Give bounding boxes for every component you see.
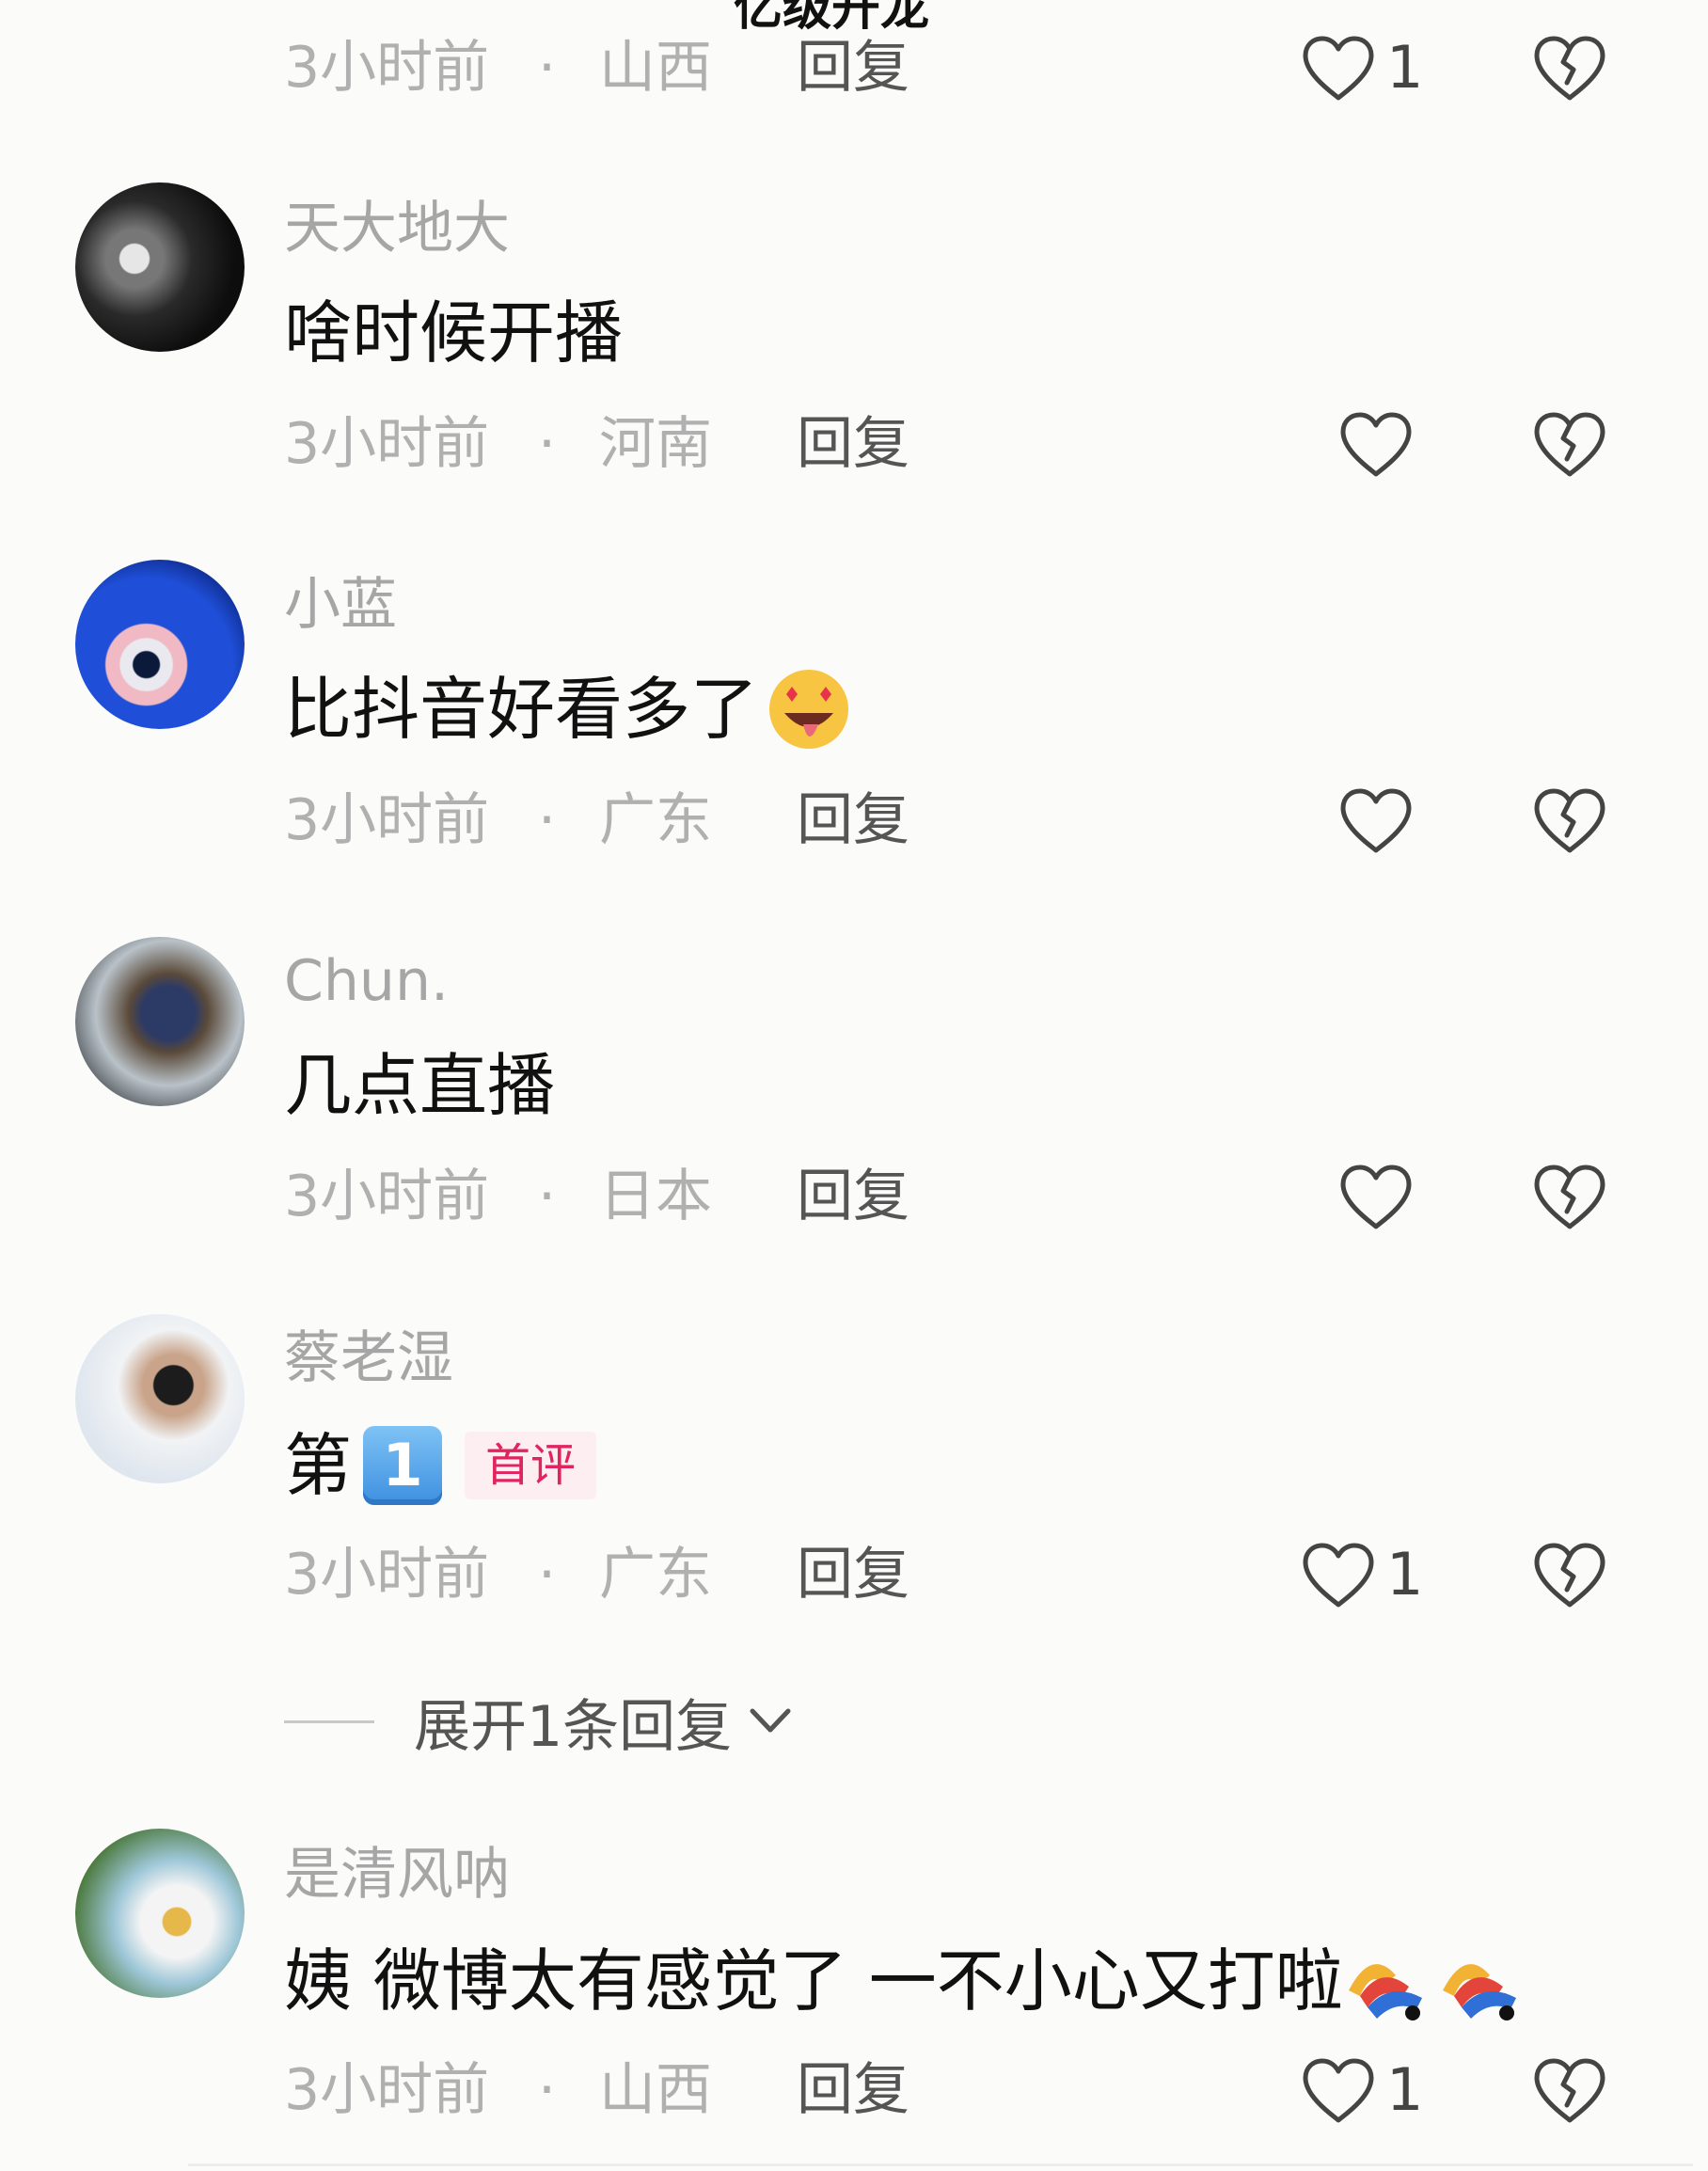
bottom-divider: [188, 2163, 1693, 2166]
dislike-button[interactable]: [1531, 1537, 1608, 1612]
heart-icon: [1303, 2058, 1374, 2123]
broken-heart-icon: [1534, 788, 1605, 853]
username[interactable]: Chun.: [284, 943, 449, 1019]
comment-meta-row: 3小时前 · 山西 回复 1: [284, 2052, 1657, 2128]
avatar[interactable]: [75, 1829, 245, 1998]
reply-button[interactable]: 回复: [797, 1537, 909, 1612]
like-count: 1: [1386, 1540, 1424, 1608]
comment-time: 3小时前: [284, 1164, 490, 1229]
heart-icon: [1303, 1543, 1374, 1608]
dislike-button[interactable]: [1531, 406, 1608, 482]
heart-icon: [1303, 36, 1374, 101]
broken-heart-icon: [1534, 36, 1605, 101]
comment-text-body: 第: [284, 1426, 353, 1505]
comment-meta-row: 3小时前 · 广东 回复: [284, 783, 1657, 858]
comment-meta-row: 3小时前 · 山西 回复 1: [284, 30, 1657, 105]
comment-time: 3小时前: [284, 2057, 490, 2123]
separator-dot: ·: [538, 2057, 557, 2123]
like-button[interactable]: [1337, 1159, 1415, 1234]
dancing-emoji: [1348, 1964, 1516, 2020]
separator-dot: ·: [538, 1542, 557, 1608]
dislike-button[interactable]: [1531, 2052, 1608, 2128]
comment-meta-row: 3小时前 · 日本 回复: [284, 1159, 1657, 1234]
broken-heart-icon: [1534, 412, 1605, 477]
heart-icon: [1340, 1165, 1412, 1229]
reply-button[interactable]: 回复: [797, 1159, 909, 1234]
avatar[interactable]: [75, 560, 245, 729]
comment-text: 比抖音好看多了: [284, 664, 852, 754]
comment-time: 3小时前: [284, 35, 490, 101]
comment-text-body: 姨 微博太有感觉了 一不小心又打啦: [284, 1941, 1343, 2020]
comment-text-body: 几点直播: [284, 1046, 556, 1125]
comment-time: 3小时前: [284, 1542, 490, 1608]
comment-location: 山西: [599, 2057, 712, 2123]
like-button[interactable]: 1: [1300, 2052, 1423, 2128]
broken-heart-icon: [1534, 2058, 1605, 2123]
comment-meta-row: 3小时前 · 广东 回复 1: [284, 1537, 1657, 1612]
comment-location: 河南: [599, 411, 712, 477]
separator-dot: ·: [538, 35, 557, 101]
first-comment-badge: 首评: [465, 1432, 597, 1499]
comment-text-body: 比抖音好看多了: [284, 670, 759, 749]
broken-heart-icon: [1534, 1165, 1605, 1229]
expand-replies-label: 展开1条回复: [414, 1693, 733, 1760]
separator-dot: ·: [538, 1164, 557, 1229]
like-button[interactable]: 1: [1300, 30, 1423, 105]
comment-location: 广东: [599, 787, 712, 853]
like-button[interactable]: 1: [1300, 1537, 1423, 1612]
comment-text-body: 啥时候开播: [284, 293, 624, 372]
dislike-button[interactable]: [1531, 1159, 1608, 1234]
like-button[interactable]: [1337, 783, 1415, 858]
username[interactable]: 小蓝: [284, 567, 397, 642]
username[interactable]: 天大地大: [284, 191, 510, 266]
comment-time: 3小时前: [284, 787, 490, 853]
comment-text: 几点直播: [284, 1040, 555, 1131]
reply-button[interactable]: 回复: [797, 30, 909, 105]
avatar[interactable]: [75, 1314, 245, 1483]
comment-location: 山西: [599, 35, 712, 101]
username[interactable]: 蔡老湿: [284, 1321, 453, 1396]
comment-meta-row: 3小时前 · 河南 回复: [284, 406, 1657, 482]
separator-dot: ·: [538, 787, 557, 853]
comment-text: 第 1 首评: [284, 1420, 597, 1511]
comment-location: 广东: [599, 1542, 712, 1608]
like-button[interactable]: [1337, 406, 1415, 482]
dislike-button[interactable]: [1531, 30, 1608, 105]
heart-icon: [1340, 788, 1412, 853]
keycap-number-emoji: 1: [363, 1426, 443, 1505]
expand-divider-line: [284, 1719, 374, 1723]
comment-time: 3小时前: [284, 411, 490, 477]
comment-text: 姨 微博太有感觉了 一不小心又打啦: [284, 1936, 1531, 2026]
heart-icon: [1340, 412, 1412, 477]
like-count: 1: [1386, 2055, 1424, 2124]
avatar[interactable]: [75, 182, 245, 352]
comment-location: 日本: [599, 1164, 712, 1229]
reply-button[interactable]: 回复: [797, 2052, 909, 2128]
chevron-down-icon: [750, 1708, 791, 1733]
comment-text: 啥时候开播: [284, 288, 623, 378]
dislike-button[interactable]: [1531, 783, 1608, 858]
username[interactable]: 是清风呐: [284, 1837, 510, 1912]
star-struck-tongue-emoji: [769, 670, 849, 749]
reply-button[interactable]: 回复: [797, 406, 909, 482]
reply-button[interactable]: 回复: [797, 783, 909, 858]
separator-dot: ·: [538, 411, 557, 477]
avatar[interactable]: [75, 937, 245, 1106]
broken-heart-icon: [1534, 1543, 1605, 1608]
like-count: 1: [1386, 33, 1424, 102]
expand-replies-button[interactable]: 展开1条回复: [284, 1684, 794, 1760]
